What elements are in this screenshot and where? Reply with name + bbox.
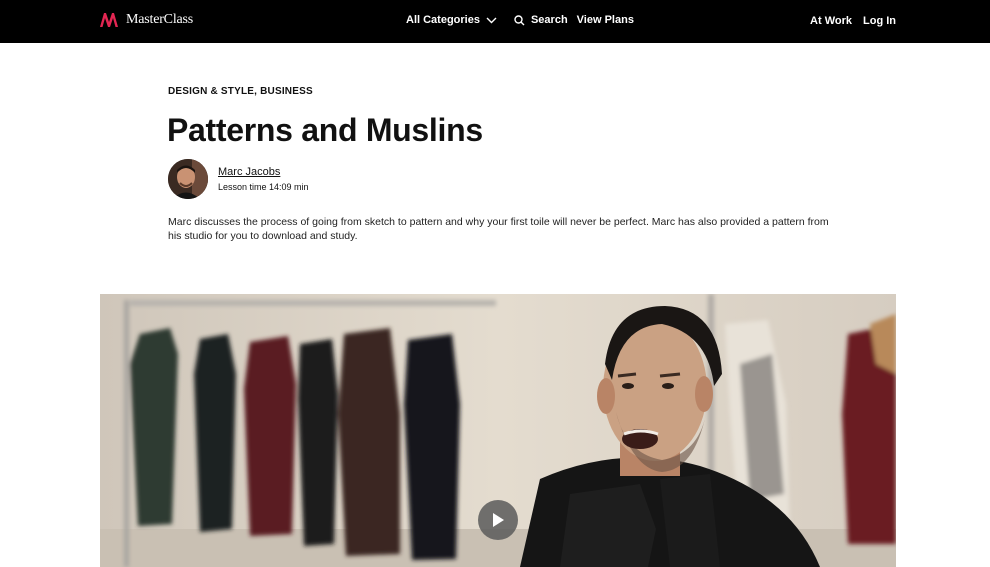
play-button[interactable] [478, 500, 518, 540]
nav-right: At Work Log In [810, 15, 896, 27]
instructor-meta: Marc Jacobs Lesson time 14:09 min [218, 166, 309, 192]
nav-center: All Categories Search View Plans [406, 14, 634, 26]
at-work-link[interactable]: At Work [810, 15, 852, 27]
search-button[interactable]: Search [514, 14, 568, 26]
chevron-down-icon [486, 17, 497, 23]
lesson-time: Lesson time 14:09 min [218, 182, 309, 192]
search-label: Search [530, 14, 568, 26]
instructor-block: Marc Jacobs Lesson time 14:09 min [168, 159, 309, 199]
instructor-name-link[interactable]: Marc Jacobs [218, 166, 309, 178]
search-icon [514, 14, 525, 25]
top-nav: MasterClass All Categories Search View P… [0, 0, 990, 43]
lesson-category[interactable]: DESIGN & STYLE, BUSINESS [168, 86, 313, 97]
masterclass-logo-icon [100, 13, 118, 27]
lesson-description: Marc discusses the process of going from… [168, 216, 829, 242]
masterclass-logo[interactable]: MasterClass [100, 12, 193, 28]
log-in-link[interactable]: Log In [863, 15, 896, 27]
avatar [168, 159, 208, 199]
play-icon [493, 513, 504, 527]
video-player[interactable] [100, 294, 896, 567]
all-categories-dropdown[interactable]: All Categories [406, 14, 497, 26]
view-plans-link[interactable]: View Plans [577, 14, 634, 26]
all-categories-label: All Categories [406, 14, 480, 26]
lesson-title: Patterns and Muslins [167, 112, 483, 148]
logo-text: MasterClass [126, 12, 194, 27]
